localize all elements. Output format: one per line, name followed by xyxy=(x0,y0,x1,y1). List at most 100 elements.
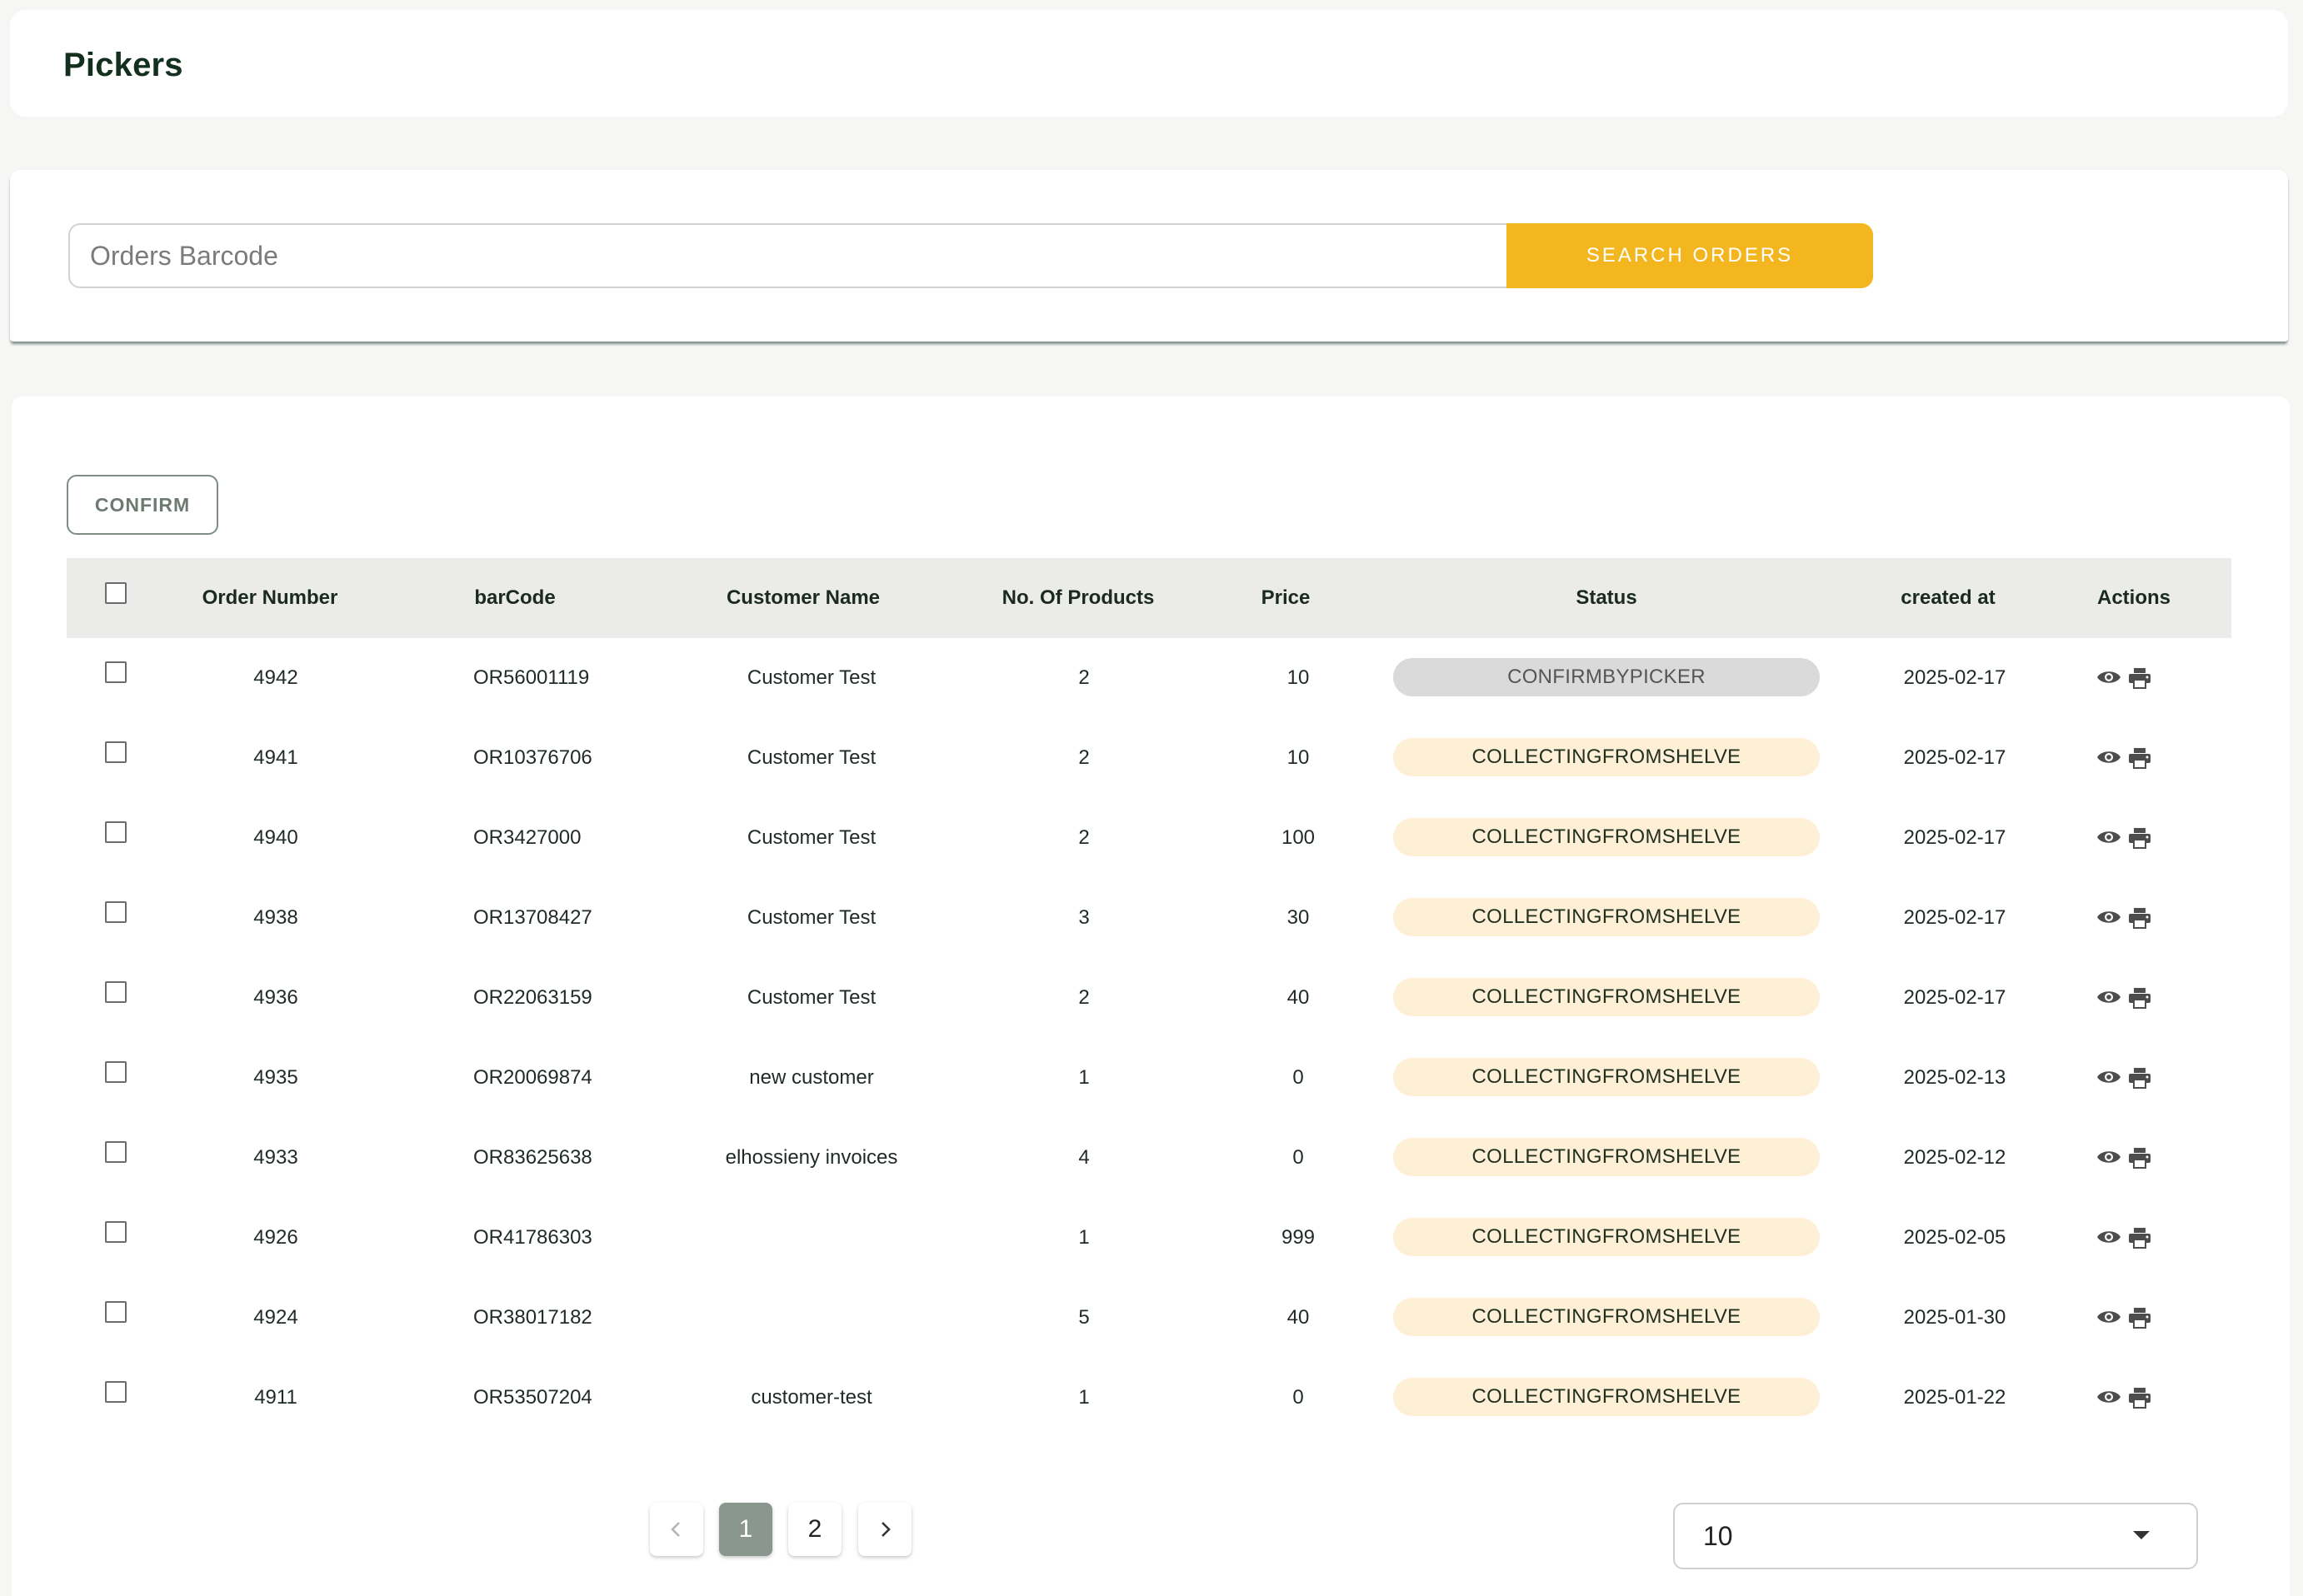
view-eye-icon[interactable] xyxy=(2096,668,2121,686)
created-at-cell: 2025-02-17 xyxy=(1903,826,2006,849)
customer-name-cell: Customer Test xyxy=(747,906,877,929)
view-eye-icon[interactable] xyxy=(2096,1388,2121,1406)
customer-name-cell xyxy=(720,1198,903,1278)
status-badge: COLLECTINGFROMSHELVE xyxy=(1393,1058,1820,1096)
print-icon[interactable] xyxy=(2128,1307,2151,1329)
print-icon[interactable] xyxy=(2128,1387,2151,1409)
confirm-button[interactable]: CONFIRM xyxy=(67,475,218,535)
row-checkbox[interactable] xyxy=(105,741,127,763)
table-row: 4936 OR22063159 Customer Test 2 40 COLLECTING… xyxy=(67,958,2231,1038)
print-icon[interactable] xyxy=(2128,907,2151,929)
table-row: 4935 OR20069874 new customer 1 0 COLLECTINGFR… xyxy=(67,1038,2231,1118)
print-icon[interactable] xyxy=(2128,987,2151,1009)
customer-name-cell: new customer xyxy=(749,1066,874,1089)
created-at-cell: 2025-02-17 xyxy=(1903,746,2006,769)
price-cell: 40 xyxy=(1286,986,1310,1009)
column-header-products: No. Of Products xyxy=(1002,586,1155,609)
row-actions xyxy=(2088,1198,2153,1278)
column-header-order-number: Order Number xyxy=(202,586,338,609)
order-number-cell: 4941 xyxy=(253,746,298,769)
view-eye-icon[interactable] xyxy=(2096,908,2121,926)
status-badge: CONFIRMBYPICKER xyxy=(1393,658,1820,696)
view-eye-icon[interactable] xyxy=(2096,1068,2121,1086)
table-row: 4933 OR83625638 elhossieny invoices 4 0 COLLE… xyxy=(67,1118,2231,1198)
row-actions xyxy=(2088,1038,2153,1118)
print-icon[interactable] xyxy=(2128,1067,2151,1089)
row-checkbox[interactable] xyxy=(105,1221,127,1243)
print-icon[interactable] xyxy=(2128,667,2151,689)
created-at-cell: 2025-02-17 xyxy=(1903,906,2006,929)
created-at-cell: 2025-02-13 xyxy=(1903,1066,2006,1089)
barcode-cell: OR3427000 xyxy=(473,826,582,849)
order-number-cell: 4942 xyxy=(253,666,298,689)
table-row: 4942 OR56001119 Customer Test 2 10 CONFIRMBYP… xyxy=(67,638,2231,718)
status-badge: COLLECTINGFROMSHELVE xyxy=(1393,1378,1820,1416)
products-count-cell: 1 xyxy=(1078,1066,1090,1089)
next-page-button[interactable] xyxy=(858,1503,912,1556)
view-eye-icon[interactable] xyxy=(2096,1308,2121,1326)
price-cell: 40 xyxy=(1286,1306,1310,1329)
products-count-cell: 2 xyxy=(1078,746,1090,769)
status-badge: COLLECTINGFROMSHELVE xyxy=(1393,1138,1820,1176)
row-checkbox[interactable] xyxy=(105,981,127,1003)
search-orders-button[interactable]: SEARCH ORDERS xyxy=(1506,223,1873,288)
view-eye-icon[interactable] xyxy=(2096,828,2121,846)
print-icon[interactable] xyxy=(2128,1227,2151,1249)
row-checkbox[interactable] xyxy=(105,661,127,683)
row-checkbox[interactable] xyxy=(105,901,127,923)
view-eye-icon[interactable] xyxy=(2096,748,2121,766)
chevron-left-icon xyxy=(671,1522,680,1537)
customer-name-cell: Customer Test xyxy=(747,986,877,1009)
barcode-cell: OR22063159 xyxy=(473,986,592,1009)
price-cell: 10 xyxy=(1286,666,1310,689)
barcode-cell: OR83625638 xyxy=(473,1146,592,1169)
page-2-button[interactable]: 2 xyxy=(788,1503,842,1556)
column-header-created-at: created at xyxy=(1901,586,1996,609)
barcode-cell: OR41786303 xyxy=(473,1226,592,1249)
price-cell: 0 xyxy=(1292,1146,1304,1169)
print-icon[interactable] xyxy=(2128,827,2151,849)
row-checkbox[interactable] xyxy=(105,1141,127,1163)
row-checkbox[interactable] xyxy=(105,821,127,843)
column-header-customer-name: Customer Name xyxy=(726,586,881,609)
print-icon[interactable] xyxy=(2128,1147,2151,1169)
orders-table-panel: CONFIRM Order Number barCode Customer Na… xyxy=(12,397,2290,1596)
products-count-cell: 3 xyxy=(1078,906,1090,929)
price-cell: 100 xyxy=(1281,826,1316,849)
chevron-right-icon xyxy=(882,1522,891,1537)
created-at-cell: 2025-02-17 xyxy=(1903,986,2006,1009)
created-at-cell: 2025-01-22 xyxy=(1903,1386,2006,1409)
column-header-status: Status xyxy=(1576,586,1637,609)
status-badge: COLLECTINGFROMSHELVE xyxy=(1393,978,1820,1016)
previous-page-button[interactable] xyxy=(650,1503,703,1556)
page-size-select[interactable]: 10 xyxy=(1673,1503,2198,1569)
page-1-button[interactable]: 1 xyxy=(719,1503,772,1556)
column-header-barcode: barCode xyxy=(474,586,556,609)
status-badge: COLLECTINGFROMSHELVE xyxy=(1393,1298,1820,1336)
row-actions xyxy=(2088,798,2153,878)
products-count-cell: 2 xyxy=(1078,986,1090,1009)
row-checkbox[interactable] xyxy=(105,1301,127,1323)
table-header: Order Number barCode Customer Name No. O… xyxy=(67,558,2231,638)
customer-name-cell: Customer Test xyxy=(747,826,877,849)
view-eye-icon[interactable] xyxy=(2096,1148,2121,1166)
caret-down-icon xyxy=(2133,1531,2150,1539)
table-row: 4911 OR53507204 customer-test 1 0 COLLECTINGF… xyxy=(67,1358,2231,1438)
view-eye-icon[interactable] xyxy=(2096,988,2121,1006)
status-badge: COLLECTINGFROMSHELVE xyxy=(1393,1218,1820,1256)
order-number-cell: 4936 xyxy=(253,986,298,1009)
products-count-cell: 4 xyxy=(1078,1146,1090,1169)
row-checkbox[interactable] xyxy=(105,1381,127,1403)
search-panel: SEARCH ORDERS xyxy=(10,170,2288,342)
print-icon[interactable] xyxy=(2128,747,2151,769)
column-header-price: Price xyxy=(1261,586,1311,609)
row-actions xyxy=(2088,718,2153,798)
select-all-checkbox[interactable] xyxy=(105,582,127,604)
barcode-cell: OR53507204 xyxy=(473,1386,592,1409)
barcode-search-input[interactable] xyxy=(68,223,1516,288)
row-checkbox[interactable] xyxy=(105,1061,127,1083)
view-eye-icon[interactable] xyxy=(2096,1228,2121,1246)
column-header-actions: Actions xyxy=(2096,586,2171,609)
products-count-cell: 1 xyxy=(1078,1226,1090,1249)
order-number-cell: 4935 xyxy=(253,1066,298,1089)
